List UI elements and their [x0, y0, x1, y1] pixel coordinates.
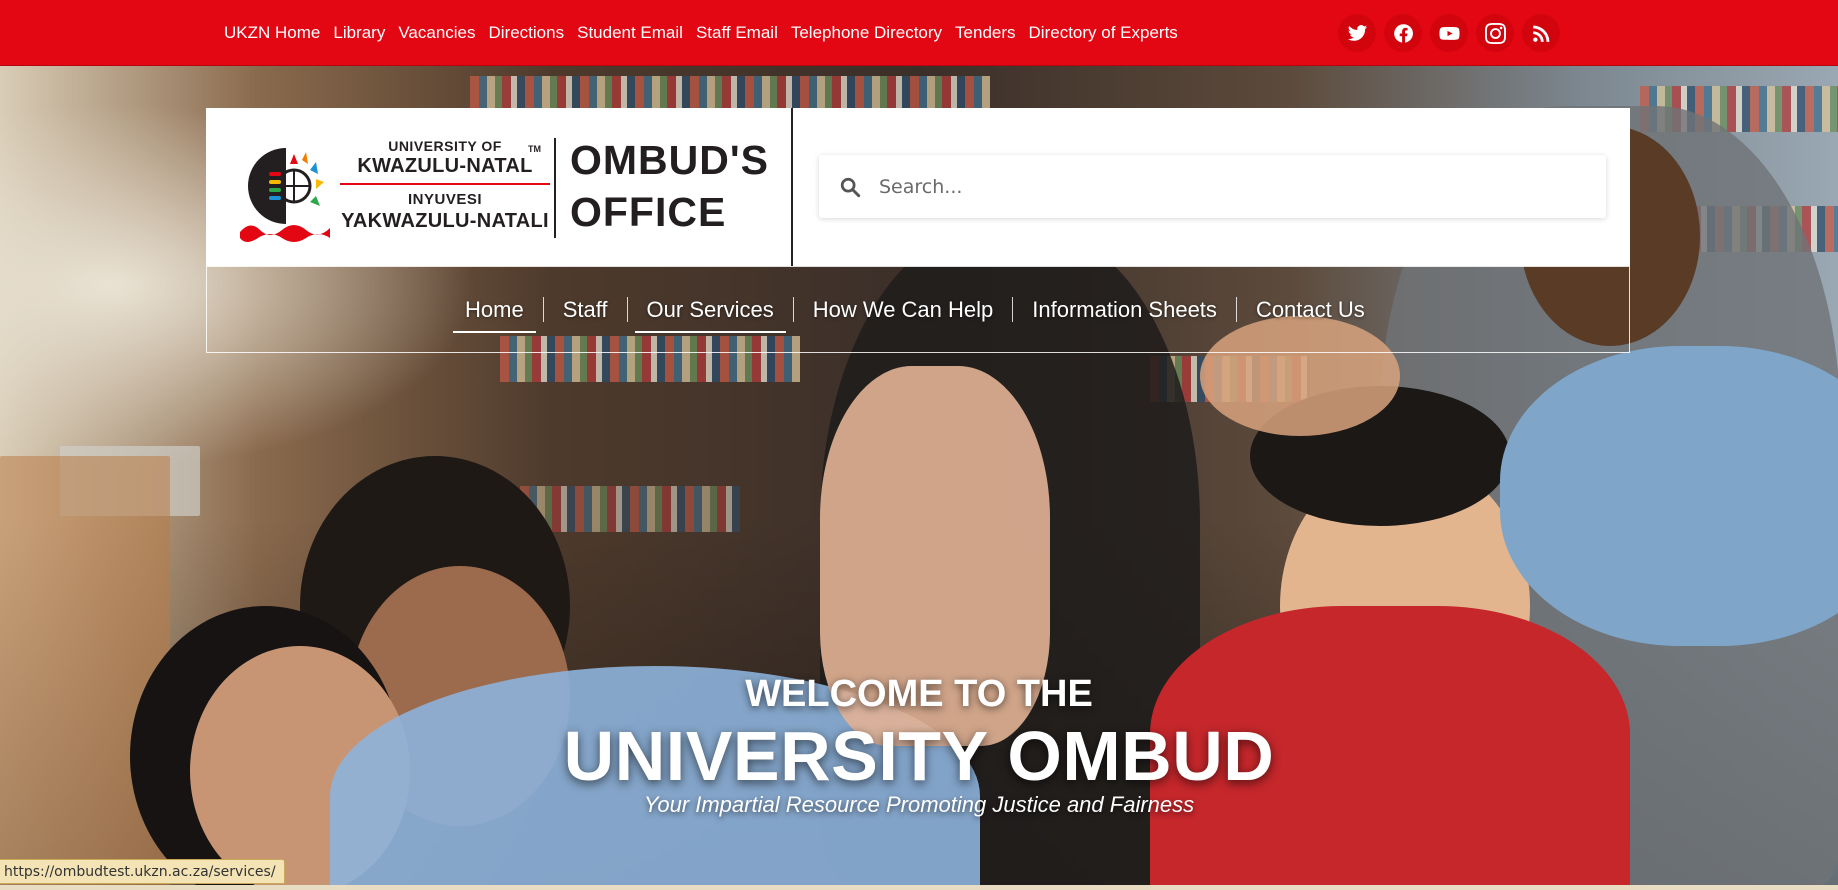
top-utility-bar: UKZN Home Library Vacancies Directions S… — [0, 0, 1838, 66]
utility-links: UKZN Home Library Vacancies Directions S… — [224, 0, 1191, 66]
youtube-icon[interactable] — [1430, 14, 1468, 52]
twitter-icon[interactable] — [1338, 14, 1376, 52]
nav-separator — [1012, 297, 1014, 322]
search-icon[interactable] — [839, 176, 861, 198]
nav-separator — [542, 297, 544, 322]
link-staff-email[interactable]: Staff Email — [696, 23, 778, 43]
social-links — [1338, 14, 1560, 52]
university-name: UNIVERSITY OF KWAZULU-NATAL INYUVESI YAK… — [336, 138, 554, 233]
hero-welcome-text: WELCOME TO THE — [745, 673, 1093, 715]
office-title-line1: OMBUD'S — [570, 137, 769, 183]
nav-separator — [626, 297, 628, 322]
hero-tagline: Your Impartial Resource Promoting Justic… — [643, 792, 1195, 817]
nav-home[interactable]: Home — [453, 297, 536, 333]
link-directions[interactable]: Directions — [489, 23, 565, 43]
page-bottom-edge — [0, 885, 1838, 890]
nav-information-sheets[interactable]: Information Sheets — [1020, 297, 1229, 323]
search-input[interactable] — [879, 175, 1579, 198]
logo-divider — [554, 138, 556, 238]
nav-separator — [792, 297, 794, 322]
nav-staff[interactable]: Staff — [551, 297, 620, 323]
nav-our-services[interactable]: Our Services — [634, 297, 786, 333]
nav-how-we-can-help[interactable]: How We Can Help — [801, 297, 1006, 323]
ukzn-logo[interactable]: UNIVERSITY OF KWAZULU-NATAL INYUVESI YAK… — [206, 108, 793, 266]
link-telephone-directory[interactable]: Telephone Directory — [791, 23, 942, 43]
nav-separator — [1235, 297, 1237, 322]
status-url-tooltip: https://ombudtest.ukzn.ac.za/services/ — [0, 859, 285, 884]
ukzn-emblem-icon — [240, 148, 330, 242]
logo-line-yakwazulu-natali: YAKWAZULU-NATALI — [341, 210, 549, 232]
logo-red-rule — [340, 183, 550, 185]
logo-line-kwazulu-natal: KWAZULU-NATAL — [357, 155, 533, 177]
office-title-line2: OFFICE — [570, 189, 727, 235]
site-header: UNIVERSITY OF KWAZULU-NATAL INYUVESI YAK… — [206, 108, 1630, 266]
link-ukzn-home[interactable]: UKZN Home — [224, 23, 320, 43]
link-tenders[interactable]: Tenders — [955, 23, 1015, 43]
nav-contact-us[interactable]: Contact Us — [1244, 297, 1377, 323]
search-bar — [819, 155, 1606, 218]
facebook-icon[interactable] — [1384, 14, 1422, 52]
link-student-email[interactable]: Student Email — [577, 23, 683, 43]
instagram-icon[interactable] — [1476, 14, 1514, 52]
logo-line-inyuvesi: INYUVESI — [407, 191, 483, 208]
main-navigation: Home Staff Our Services How We Can Help … — [206, 266, 1630, 353]
hero-title: UNIVERSITY OMBUD — [563, 717, 1275, 795]
link-directory-of-experts[interactable]: Directory of Experts — [1029, 23, 1178, 43]
trademark-symbol: TM — [528, 144, 541, 154]
logo-line-university-of: UNIVERSITY OF — [388, 138, 502, 154]
link-library[interactable]: Library — [333, 23, 385, 43]
office-title: OMBUD'S OFFICE — [570, 134, 780, 238]
link-vacancies[interactable]: Vacancies — [398, 23, 475, 43]
rss-icon[interactable] — [1522, 14, 1560, 52]
main-nav-list: Home Staff Our Services How We Can Help … — [453, 267, 1377, 352]
